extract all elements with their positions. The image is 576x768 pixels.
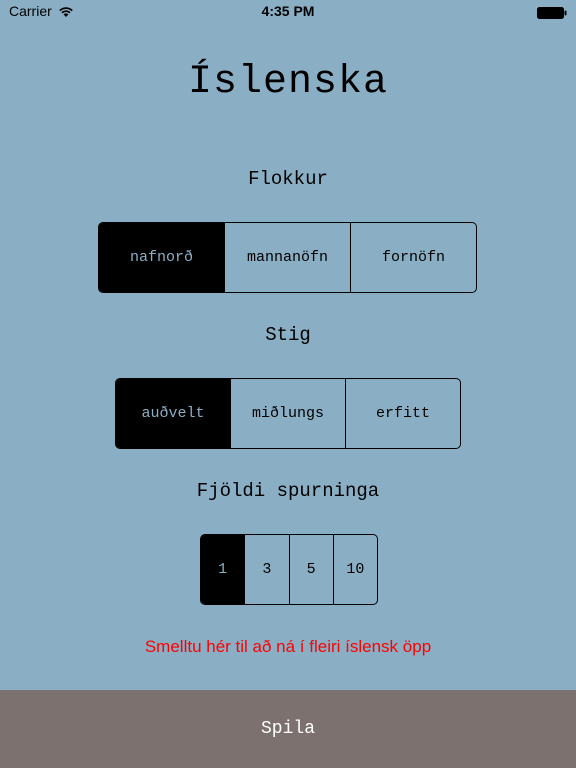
level-segmented-control: auðvelt miðlungs erfitt: [115, 378, 461, 449]
category-segmented-control: nafnorð mannanöfn fornöfn: [98, 222, 477, 293]
category-option-fornofn[interactable]: fornöfn: [350, 223, 476, 292]
level-option-midlungs[interactable]: miðlungs: [230, 379, 345, 448]
level-label: Stig: [265, 324, 311, 346]
category-option-nafnord[interactable]: nafnorð: [99, 223, 224, 292]
play-button-label: Spila: [260, 719, 315, 739]
app-title: Íslenska: [187, 60, 389, 105]
level-option-audvelt[interactable]: auðvelt: [116, 379, 230, 448]
more-apps-link[interactable]: Smelltu hér til að ná í fleiri íslensk ö…: [0, 637, 576, 657]
question-count-label: Fjöldi spurninga: [196, 480, 380, 502]
question-count-segmented-control: 1 3 5 10: [200, 534, 378, 605]
status-time: 4:35 PM: [261, 3, 315, 19]
category-option-mannanofn[interactable]: mannanöfn: [224, 223, 350, 292]
play-button[interactable]: Spila: [0, 690, 576, 768]
category-label: Flokkur: [248, 168, 328, 190]
question-count-option-3[interactable]: 3: [244, 535, 288, 604]
status-bar: Carrier 4:35 PM: [0, 0, 576, 24]
question-count-option-5[interactable]: 5: [288, 535, 333, 604]
question-count-option-10[interactable]: 10: [332, 535, 377, 604]
question-count-option-1[interactable]: 1: [201, 535, 245, 604]
battery-icon: [537, 6, 567, 19]
level-option-erfitt[interactable]: erfitt: [345, 379, 460, 448]
